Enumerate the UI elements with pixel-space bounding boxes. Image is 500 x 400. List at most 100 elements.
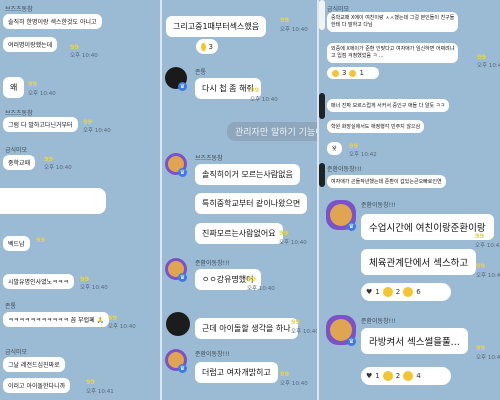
- unread-count: 99: [349, 142, 359, 150]
- message-bubble[interactable]: 그럼 다 말하고다닌거부터: [3, 117, 78, 132]
- message-bubble[interactable]: 솔직히 한명이랑 섹스한것도 아니고: [3, 14, 102, 29]
- message-bubble[interactable]: 벡드남: [3, 236, 30, 251]
- message-line: 중학교때 X에이 여친이랑 ㅅㅅ했는데 그걸 본인들이 친구들: [331, 15, 455, 21]
- message-bubble[interactable]: 여러명이랑했는데: [3, 37, 58, 52]
- message-bubble[interactable]: 그날 레전드심진짜로: [3, 357, 65, 372]
- message-bubble[interactable]: 매너 진짜 모르스럽게 서커서 중인구 애들 다 알듯 ㅋㅋ: [327, 99, 449, 112]
- unread-count: 99: [291, 318, 301, 326]
- message-line: 외중에 X에이가 준환 인맞다고 여자애가 임신하면 어쩌려냐: [331, 46, 455, 52]
- reaction-face-icon: [382, 287, 393, 297]
- chat-panel-left[interactable]: 브즈츠동참 솔직히 한명이랑 섹스한것도 아니고 여러명이랑했는데 오후 10:…: [0, 0, 160, 400]
- reaction-bar[interactable]: 3: [196, 39, 218, 54]
- sender-name: 브즈츠동참: [5, 6, 33, 13]
- message-time: 오후 10:40: [83, 128, 111, 134]
- message-bubble[interactable]: 라방켜서 섹스썰을풀...: [361, 328, 468, 354]
- message-bubble[interactable]: 솔직히이거 모르는사람없음: [195, 164, 300, 185]
- message-time: 오후 10:40: [250, 97, 278, 103]
- chat-panel-right[interactable]: 금식미모 중학교때 X에이 여친이랑 ㅅㅅ했는데 그걸 본인들이 친구들 한테 …: [319, 0, 500, 400]
- sender-name: 브즈츠동참: [195, 155, 223, 162]
- unread-count: 99: [36, 236, 46, 244]
- message-time: 오후 10:40: [108, 324, 136, 330]
- reaction-bar[interactable]: ♥ 1 2 6: [361, 283, 451, 301]
- sender-name: 금식미모: [5, 147, 28, 154]
- avatar: [319, 0, 325, 30]
- sender-name: 준환이동창!!!: [327, 166, 362, 173]
- message-time: 오후 10:40: [291, 329, 317, 335]
- unread-count: 99: [86, 378, 96, 386]
- reaction-count: 1: [359, 69, 364, 77]
- sender-name: 존통: [5, 303, 17, 310]
- unread-count: 99: [279, 229, 289, 237]
- message-bubble[interactable]: 더럽고 여자개밝히고: [195, 362, 278, 383]
- message-bubble[interactable]: 진짜모르는사람없어요: [195, 223, 283, 244]
- sender-name: 준환이동창!!!: [361, 318, 396, 325]
- reaction-face-icon: [349, 69, 357, 77]
- message-bubble[interactable]: 특히중학교부터 같이나왔으면: [195, 193, 308, 214]
- reaction-count: 2: [395, 288, 401, 296]
- unread-count: 99: [477, 53, 487, 61]
- message-time: 오후 10:40: [279, 240, 307, 246]
- reaction-face-icon: [403, 371, 414, 381]
- message-bubble[interactable]: 수업시간에 여친이랑준환이랑: [361, 214, 494, 240]
- crown-badge-icon: ♛: [347, 337, 356, 346]
- crown-badge-icon: ♛: [178, 273, 187, 282]
- reaction-count: 3: [342, 69, 347, 77]
- redacted-image-box: [0, 188, 106, 214]
- message-bubble[interactable]: 근데 아이돌할 생각을 하나: [195, 318, 298, 339]
- message-time: 오후 10:42: [349, 152, 377, 158]
- message-line: 한테 다 말하고 다님: [331, 22, 373, 28]
- unread-count: 99: [28, 80, 38, 88]
- unread-count: 99: [475, 232, 485, 240]
- unread-count: 99: [70, 43, 80, 51]
- message-time: 오후 10:40: [80, 285, 108, 291]
- message-bubble[interactable]: 학원 화장실에서도 애정행각 빈주지 않으심: [327, 120, 425, 133]
- crown-badge-icon: ♛: [347, 222, 356, 231]
- unread-count: 99: [476, 344, 486, 352]
- message-bubble[interactable]: 이러고 아이돌한다니까: [3, 378, 71, 393]
- unread-count: 99: [250, 86, 260, 94]
- message-time: 오후 10:43: [476, 273, 500, 279]
- message-bubble[interactable]: 그리고중1때부터섹스했음: [166, 16, 267, 37]
- reaction-face-icon: [403, 287, 414, 297]
- message-bubble[interactable]: 왓: [327, 142, 342, 155]
- message-time: 오후 10:43: [477, 63, 500, 69]
- unread-count: 99: [280, 16, 290, 24]
- message-bubble[interactable]: 여자애가 곤들작년했는데 준환이 갑있는큰오빠로인연: [327, 175, 446, 188]
- reaction-count: 1: [375, 372, 380, 380]
- reaction-bar[interactable]: 3 1: [327, 67, 379, 79]
- heart-reaction-icon: ♥: [366, 372, 373, 380]
- message-time: 오후 10:42: [475, 243, 500, 249]
- reaction-count: 4: [416, 372, 421, 380]
- sender-name: 존통: [195, 69, 207, 76]
- reaction-bar[interactable]: ♥ 1 2 4: [361, 367, 451, 385]
- unread-count: 99: [80, 275, 90, 283]
- unread-count: 99: [476, 262, 486, 270]
- avatar: [319, 93, 325, 119]
- message-bubble[interactable]: ㅋㅋㅋㅋㅋㅋㅋㅋㅋㅋㅋ 꼽 부럽페 🙏: [3, 312, 110, 327]
- message-bubble[interactable]: 중학교때 X에이 여친이랑 ㅅㅅ했는데 그걸 본인들이 친구들 한테 다 말하고…: [327, 12, 459, 32]
- message-time: 오후 10:41: [86, 389, 114, 395]
- message-bubble[interactable]: 체육관계단에서 섹스하고: [361, 249, 477, 275]
- sender-name: 금식미모: [5, 349, 28, 356]
- chat-panel-middle[interactable]: 그리고중1때부터섹스했음 99 오후 10:40 3 ♛ 존통 다시 첩 좀 해…: [162, 0, 317, 400]
- message-time: 오후 10:40: [70, 53, 98, 59]
- message-bubble[interactable]: 시발유명인사였노ㅋㅋㅋ: [3, 274, 74, 289]
- crown-badge-icon: ♛: [178, 82, 187, 91]
- message-time: 오후 10:40: [247, 286, 275, 292]
- message-bubble[interactable]: 중학교때: [3, 155, 36, 170]
- avatar[interactable]: [166, 312, 190, 336]
- message-bubble[interactable]: 왜: [3, 77, 25, 98]
- message-time: 오후 10:40: [28, 91, 56, 97]
- crown-badge-icon: ♛: [178, 168, 187, 177]
- reaction-face-icon: [382, 371, 393, 381]
- sender-name: 브즈츠동참: [5, 110, 33, 117]
- message-text: ㅋㅋㅋㅋㅋㅋㅋㅋㅋㅋㅋ 꼽 부럽페: [8, 317, 95, 324]
- unread-count: 99: [83, 118, 93, 126]
- message-time: 오후 10:4: [476, 355, 500, 361]
- unread-count: 99: [280, 370, 290, 378]
- sender-name: 준환이동창!!!: [361, 202, 396, 209]
- avatar: [319, 163, 325, 187]
- message-time: 오후 10:40: [280, 381, 308, 387]
- message-bubble[interactable]: 외중에 X에이가 준환 인맞다고 여자애가 임신하면 어쩌려냐 고 입점 걱정했…: [327, 43, 459, 63]
- reaction-face-icon: [332, 69, 339, 77]
